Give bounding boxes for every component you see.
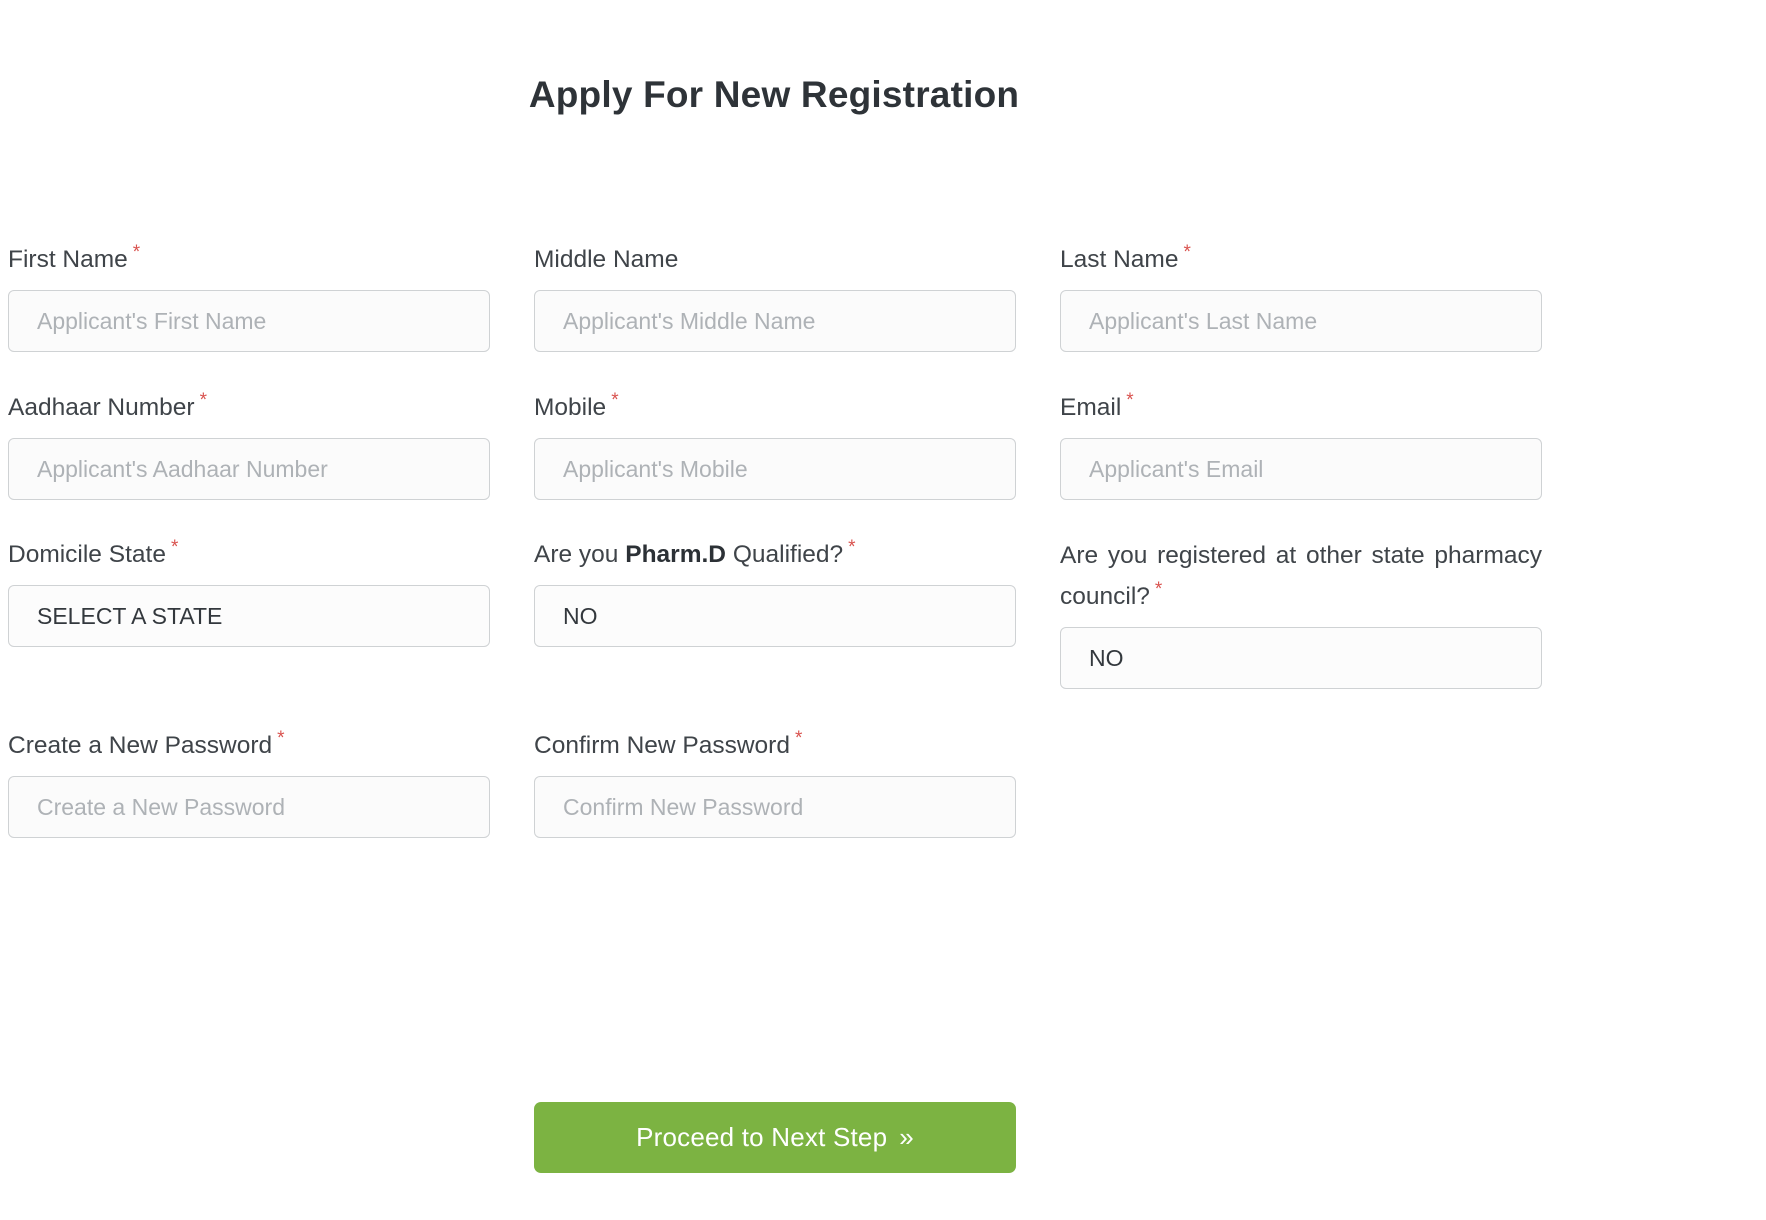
input-create-password-placeholder: Create a New Password xyxy=(37,793,285,820)
select-other-council-value: NO xyxy=(1089,644,1124,671)
label-mobile-text: Mobile xyxy=(534,394,607,421)
required-asterisk: * xyxy=(132,241,141,263)
label-pharmd-prefix: Are you xyxy=(534,541,626,568)
label-create-password-text: Create a New Password xyxy=(8,732,273,759)
select-domicile-state[interactable]: SELECT A STATE xyxy=(8,585,490,647)
select-domicile-state-value: SELECT A STATE xyxy=(37,602,223,629)
label-other-council-text: Are you registered at other state pharma… xyxy=(1060,542,1542,610)
field-other-council-registration: Are you registered at other state pharma… xyxy=(1060,535,1542,689)
input-email-placeholder: Applicant's Email xyxy=(1089,455,1264,482)
input-mobile-placeholder: Applicant's Mobile xyxy=(563,455,748,482)
label-create-password: Create a New Password * xyxy=(8,726,490,766)
label-aadhaar-number: Aadhaar Number * xyxy=(8,388,490,428)
input-last-name-placeholder: Applicant's Last Name xyxy=(1089,307,1318,334)
field-domicile-state: Domicile State * SELECT A STATE xyxy=(8,535,490,647)
input-confirm-password[interactable]: Confirm New Password xyxy=(534,776,1016,838)
input-email[interactable]: Applicant's Email xyxy=(1060,438,1542,500)
required-asterisk: * xyxy=(277,727,285,749)
label-last-name-text: Last Name xyxy=(1060,246,1179,273)
required-asterisk: * xyxy=(1126,389,1134,411)
label-domicile-state: Domicile State * xyxy=(8,535,490,575)
label-aadhaar-number-text: Aadhaar Number xyxy=(8,394,195,421)
label-other-council-registration: Are you registered at other state pharma… xyxy=(1060,535,1542,617)
select-pharmd-qualified-value: NO xyxy=(563,602,598,629)
registration-form: First Name * Applicant's First Name Middl… xyxy=(8,240,1544,838)
label-confirm-password-text: Confirm New Password xyxy=(534,732,790,759)
form-row-names: First Name * Applicant's First Name Middl… xyxy=(8,240,1544,352)
required-asterisk: * xyxy=(199,389,207,411)
required-asterisk: * xyxy=(611,389,619,411)
label-mobile: Mobile * xyxy=(534,388,1016,428)
label-pharmd-bold: Pharm.D xyxy=(625,541,727,568)
form-row-contact: Aadhaar Number * Applicant's Aadhaar Numb… xyxy=(8,388,1544,500)
field-middle-name: Middle Name Applicant's Middle Name xyxy=(534,240,1016,352)
field-first-name: First Name * Applicant's First Name xyxy=(8,240,490,352)
form-row-password: Create a New Password * Create a New Pass… xyxy=(8,726,1544,838)
field-pharmd-qualified: Are you Pharm.D Qualified? * NO xyxy=(534,535,1016,647)
input-mobile[interactable]: Applicant's Mobile xyxy=(534,438,1016,500)
required-asterisk: * xyxy=(1183,241,1191,263)
field-email: Email * Applicant's Email xyxy=(1060,388,1542,500)
required-asterisk: * xyxy=(170,536,179,558)
input-last-name[interactable]: Applicant's Last Name xyxy=(1060,290,1542,352)
input-middle-name[interactable]: Applicant's Middle Name xyxy=(534,290,1016,352)
registration-page: Apply For New Registration First Name * A… xyxy=(0,0,1766,1220)
label-last-name: Last Name * xyxy=(1060,240,1542,280)
input-middle-name-placeholder: Applicant's Middle Name xyxy=(563,307,816,334)
input-aadhaar-number-placeholder: Applicant's Aadhaar Number xyxy=(37,455,328,482)
proceed-to-next-step-button[interactable]: Proceed to Next Step » xyxy=(534,1102,1016,1173)
submit-area: Proceed to Next Step » xyxy=(534,1102,1016,1173)
field-last-name: Last Name * Applicant's Last Name xyxy=(1060,240,1542,352)
label-email-text: Email xyxy=(1060,394,1122,421)
input-aadhaar-number[interactable]: Applicant's Aadhaar Number xyxy=(8,438,490,500)
chevron-double-right-icon: » xyxy=(899,1122,914,1152)
required-asterisk: * xyxy=(848,536,856,558)
label-domicile-state-text: Domicile State xyxy=(8,541,166,568)
label-confirm-password: Confirm New Password * xyxy=(534,726,1016,766)
required-asterisk: * xyxy=(794,727,803,749)
label-middle-name: Middle Name xyxy=(534,240,1016,280)
field-create-password: Create a New Password * Create a New Pass… xyxy=(8,726,490,838)
select-other-council-registration[interactable]: NO xyxy=(1060,627,1542,689)
field-confirm-password: Confirm New Password * Confirm New Passwo… xyxy=(534,726,1016,838)
select-pharmd-qualified[interactable]: NO xyxy=(534,585,1016,647)
field-aadhaar-number: Aadhaar Number * Applicant's Aadhaar Numb… xyxy=(8,388,490,500)
label-first-name: First Name * xyxy=(8,240,490,280)
label-email: Email * xyxy=(1060,388,1542,428)
input-first-name-placeholder: Applicant's First Name xyxy=(37,307,267,334)
required-asterisk: * xyxy=(1154,578,1163,600)
label-pharmd-qualified: Are you Pharm.D Qualified? * xyxy=(534,535,1016,575)
label-first-name-text: First Name xyxy=(8,246,128,273)
label-pharmd-suffix: Qualified? xyxy=(726,541,844,568)
input-confirm-password-placeholder: Confirm New Password xyxy=(563,793,804,820)
form-row-qualification: Domicile State * SELECT A STATE Are you P… xyxy=(8,535,1544,689)
field-mobile: Mobile * Applicant's Mobile xyxy=(534,388,1016,500)
input-first-name[interactable]: Applicant's First Name xyxy=(8,290,490,352)
label-middle-name-text: Middle Name xyxy=(534,246,679,273)
page-title: Apply For New Registration xyxy=(528,73,1020,115)
input-create-password[interactable]: Create a New Password xyxy=(8,776,490,838)
proceed-button-label: Proceed to Next Step xyxy=(636,1122,888,1152)
